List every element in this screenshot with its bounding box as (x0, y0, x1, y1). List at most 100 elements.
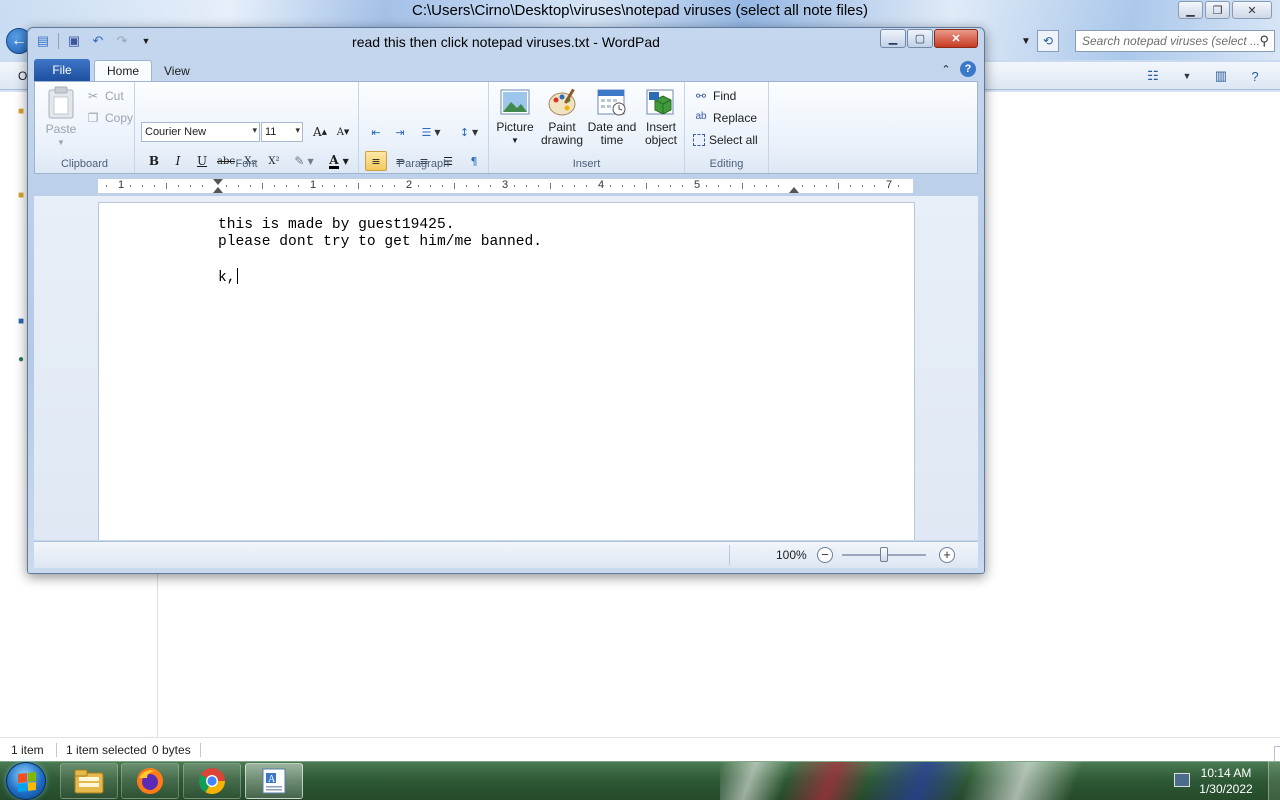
zoom-out-button[interactable]: − (817, 547, 833, 563)
ruler[interactable]: 1 1 2 3 4 5 7 (98, 178, 913, 194)
wordpad-close-button[interactable]: ✕ (934, 29, 978, 48)
view-dropdown-icon[interactable]: ▼ (1176, 66, 1198, 86)
document-line[interactable]: this is made by guest19425. (218, 217, 454, 233)
ruler-dot (766, 185, 767, 187)
ruler-dot (814, 185, 815, 187)
minimize-ribbon-icon[interactable]: ⌃ (938, 61, 954, 77)
taskbar-chrome[interactable] (183, 763, 241, 799)
copy-button[interactable]: ❐ Copy (85, 111, 133, 125)
bullets-icon[interactable]: ☰ ▼ (415, 122, 447, 142)
clock[interactable]: 10:14 AM 1/30/2022 (1196, 765, 1256, 797)
cut-button[interactable]: ✂ Cut (85, 89, 124, 103)
paint-palette-icon (548, 88, 576, 116)
date-time-button[interactable]: Date and time (587, 86, 637, 147)
search-icon[interactable]: ⚲ (1259, 33, 1269, 49)
font-size-select[interactable]: 11 (261, 122, 303, 142)
ruler-number: 3 (502, 179, 509, 191)
wordpad-maximize-button[interactable]: ▢ (907, 29, 933, 48)
homegroup-icon[interactable]: ■ (18, 316, 24, 327)
organize-button[interactable]: O (18, 69, 27, 83)
replace-button[interactable]: ab Replace (693, 111, 757, 125)
ruler-dot (382, 185, 383, 187)
ruler-dot (610, 185, 611, 187)
preview-pane-icon[interactable]: ▥ (1210, 66, 1232, 86)
select-all-button[interactable]: Select all (693, 133, 758, 147)
ruler-number: 1 (118, 179, 125, 191)
font-family-select[interactable]: Courier New (141, 122, 260, 142)
line-spacing-icon[interactable]: ↕ ▼ (453, 122, 485, 142)
windows-logo-icon (18, 772, 36, 792)
taskbar-firefox[interactable] (121, 763, 179, 799)
change-view-icon[interactable]: ☷ (1142, 66, 1164, 86)
zoom-slider-thumb[interactable] (880, 547, 888, 562)
font-group: Courier New 11 A▲ A▼ B I U abc X₂ X² ✎▼ … (135, 82, 359, 173)
redo-icon[interactable]: ↷ (113, 32, 131, 50)
increase-indent-icon[interactable]: ⇥ (389, 122, 411, 142)
favorites-folder-icon[interactable]: ■ (18, 106, 24, 117)
ruler-number: 7 (886, 179, 893, 191)
document-scroll-area[interactable]: this is made by guest19425. please dont … (34, 196, 978, 540)
find-button[interactable]: ⚯ Find (693, 89, 736, 103)
explorer-search-input[interactable]: Search notepad viruses (select ... ⚲ (1075, 30, 1275, 52)
first-line-indent-marker[interactable] (213, 179, 223, 185)
picture-dropdown-icon[interactable]: ▼ (493, 134, 537, 147)
help-icon[interactable]: ? (1244, 66, 1266, 86)
hanging-indent-marker[interactable] (213, 187, 223, 193)
document-line[interactable]: k, (218, 268, 238, 286)
ruler-dot (442, 185, 443, 187)
document-line[interactable]: please dont try to get him/me banned. (218, 234, 542, 250)
explorer-caption-buttons: ▁ ❐ ✕ (1178, 1, 1272, 19)
ruler-dot (466, 185, 467, 187)
show-desktop-button[interactable] (1268, 761, 1280, 800)
tab-view[interactable]: View (152, 60, 202, 81)
right-indent-marker[interactable] (789, 187, 799, 193)
customize-qat-icon[interactable]: ▼ (137, 32, 155, 50)
font-group-label: Font (235, 158, 258, 170)
wordpad-minimize-button[interactable]: ▁ (880, 29, 906, 48)
explorer-minimize-button[interactable]: ▁ (1178, 1, 1203, 19)
tab-file[interactable]: File (34, 59, 90, 81)
shrink-font-icon[interactable]: A ▼ (332, 122, 354, 142)
tab-home[interactable]: Home (94, 60, 153, 81)
insert-picture-button[interactable]: Picture ▼ (493, 86, 537, 147)
document-page[interactable]: this is made by guest19425. please dont … (98, 202, 915, 540)
paste-dropdown-icon[interactable]: ▼ (41, 136, 81, 149)
explorer-view-controls: ☷ ▼ ▥ ? (1142, 66, 1266, 86)
network-icon[interactable]: ● (18, 354, 24, 365)
qat-divider (58, 33, 59, 49)
paste-button[interactable]: Paste ▼ (41, 86, 81, 149)
network-status-icon[interactable] (1174, 773, 1190, 787)
ruler-dot (274, 185, 275, 187)
folder-icon (74, 769, 104, 794)
decrease-indent-icon[interactable]: ⇤ (365, 122, 387, 142)
clipboard-group: Paste ▼ ✂ Cut ❐ Copy Clipboard (35, 82, 135, 173)
zoom-in-button[interactable]: + (939, 547, 955, 563)
address-dropdown-icon[interactable]: ▼ (1018, 32, 1034, 50)
ruler-dot (586, 185, 587, 187)
replace-label: Replace (713, 111, 758, 125)
wordpad-status-bar: 100% − + (34, 541, 978, 568)
help-icon[interactable]: ? (960, 61, 976, 77)
start-button[interactable] (6, 762, 46, 800)
explorer-restore-button[interactable]: ❐ (1205, 1, 1230, 19)
libraries-icon[interactable]: ■ (18, 190, 24, 201)
ruler-dot (250, 185, 251, 187)
taskbar-wordpad[interactable]: A (245, 763, 303, 799)
paint-drawing-button[interactable]: Paint drawing (539, 86, 585, 147)
save-icon[interactable]: ▣ (65, 32, 83, 50)
selected-size: 0 bytes (152, 743, 191, 757)
ruler-dot (106, 185, 107, 187)
explorer-close-button[interactable]: ✕ (1232, 1, 1272, 19)
undo-icon[interactable]: ↶ (89, 32, 107, 50)
ruler-dot (862, 185, 863, 187)
refresh-icon[interactable]: ⟲ (1037, 30, 1059, 52)
editing-group-label: Editing (709, 158, 744, 170)
wordpad-app-icon[interactable]: ▤ (34, 32, 52, 50)
clock-date: 1/30/2022 (1199, 782, 1253, 796)
editing-group: ⚯ Find ab Replace Select all Editing (685, 82, 769, 173)
taskbar-file-explorer[interactable] (60, 763, 118, 799)
paint-drawing-label: Paint drawing (540, 120, 584, 147)
insert-object-button[interactable]: Insert object (639, 86, 683, 147)
grow-font-icon[interactable]: A ▲ (309, 122, 331, 142)
wordpad-title: read this then click notepad viruses.txt… (352, 34, 660, 50)
